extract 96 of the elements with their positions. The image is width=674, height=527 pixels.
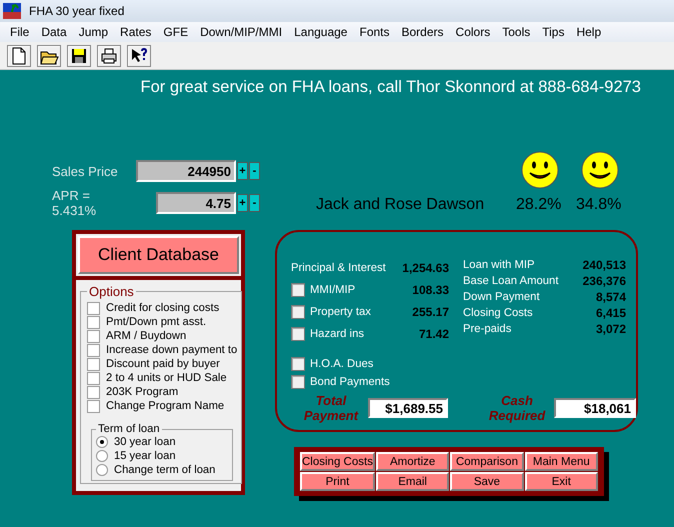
menu-item[interactable]: Fonts bbox=[353, 25, 396, 39]
checkbox[interactable] bbox=[291, 305, 305, 319]
checkbox-label: Increase down payment to bbox=[106, 344, 238, 356]
open-folder-icon[interactable] bbox=[37, 44, 61, 66]
menu-item[interactable]: Data bbox=[35, 25, 73, 39]
radio-label: 15 year loan bbox=[114, 450, 176, 462]
checkbox[interactable] bbox=[291, 327, 305, 341]
action-button[interactable]: Main Menu bbox=[524, 452, 598, 471]
loan-label: Closing Costs bbox=[463, 307, 533, 319]
checkbox-label: Change Program Name bbox=[106, 400, 224, 412]
client-database-button[interactable]: Client Database bbox=[78, 236, 239, 274]
checkbox[interactable] bbox=[87, 302, 100, 314]
action-button[interactable]: Exit bbox=[524, 472, 598, 491]
ratio-value: 28.2% bbox=[516, 196, 562, 214]
save-icon[interactable] bbox=[67, 44, 91, 66]
checkbox-label: 203K Program bbox=[106, 386, 178, 398]
radio-label: 30 year loan bbox=[114, 436, 176, 448]
menu-item[interactable]: Colors bbox=[450, 25, 496, 39]
menu-item[interactable]: File bbox=[4, 25, 36, 39]
smiley-icon bbox=[521, 151, 559, 189]
checkbox[interactable] bbox=[87, 316, 100, 328]
radio-button[interactable] bbox=[96, 436, 108, 448]
menu-item[interactable]: Rates bbox=[114, 25, 158, 39]
menu-item[interactable]: GFE bbox=[157, 25, 194, 39]
new-file-icon[interactable] bbox=[7, 44, 31, 66]
action-button[interactable]: Print bbox=[300, 472, 375, 491]
field-label: Sales Price bbox=[52, 164, 119, 178]
action-button[interactable]: Save bbox=[450, 472, 524, 491]
loan-value: 240,513 bbox=[582, 258, 626, 272]
checkbox[interactable] bbox=[291, 283, 305, 297]
options-legend: Options bbox=[87, 284, 136, 299]
checkbox[interactable] bbox=[87, 400, 100, 412]
checkbox[interactable] bbox=[291, 357, 305, 371]
spin-button[interactable]: + bbox=[237, 194, 248, 212]
window-title: FHA 30 year fixed bbox=[29, 4, 124, 18]
total-field[interactable]: $1,689.55 bbox=[368, 398, 448, 418]
ratio-value: 34.8% bbox=[576, 196, 622, 214]
total-label: Total Payment bbox=[302, 393, 360, 423]
radio-label: Change term of loan bbox=[114, 464, 216, 476]
loan-label: Base Loan Amount bbox=[463, 275, 558, 287]
checkbox-label: ARM / Buydown bbox=[106, 330, 186, 342]
spin-button[interactable]: + bbox=[237, 162, 248, 180]
loan-label: Pre-paids bbox=[463, 323, 512, 335]
checkbox[interactable] bbox=[291, 375, 305, 389]
client-name: Jack and Rose Dawson bbox=[316, 196, 486, 214]
menu-item[interactable]: Help bbox=[570, 25, 608, 39]
spin-button[interactable]: - bbox=[249, 194, 260, 212]
input-field[interactable]: 244950 bbox=[136, 160, 236, 182]
smiley-icon bbox=[581, 151, 619, 189]
payment-value: 108.33 bbox=[412, 283, 449, 297]
payment-label: MMI/MIP bbox=[310, 284, 356, 296]
checkbox-label: 2 to 4 units or HUD Sale bbox=[106, 372, 227, 384]
loan-value: 3,072 bbox=[596, 322, 626, 336]
app-icon bbox=[3, 3, 21, 19]
cash-field[interactable]: $18,061 bbox=[554, 398, 636, 418]
checkbox-label: Pmt/Down pmt asst. bbox=[106, 316, 206, 328]
checkbox-label: Credit for closing costs bbox=[106, 302, 220, 314]
checkbox[interactable] bbox=[87, 386, 100, 398]
loan-label: Down Payment bbox=[463, 291, 540, 303]
checkbox-label: Discount paid by buyer bbox=[106, 358, 220, 370]
payment-value: 71.42 bbox=[418, 327, 449, 341]
menu-item[interactable]: Tips bbox=[536, 25, 570, 39]
action-button[interactable]: Closing Costs bbox=[300, 452, 375, 471]
loan-value: 236,376 bbox=[582, 274, 626, 288]
term-legend: Term of loan bbox=[96, 423, 162, 435]
menu-item[interactable]: Language bbox=[288, 25, 354, 39]
menu-item[interactable]: Down/MIP/MMI bbox=[194, 25, 288, 39]
payment-value: 255.17 bbox=[412, 305, 449, 319]
checkbox[interactable] bbox=[87, 358, 100, 370]
help-pointer-icon[interactable] bbox=[127, 44, 151, 66]
action-button[interactable]: Amortize bbox=[376, 452, 450, 471]
field-label: APR = 5.431% bbox=[52, 188, 98, 218]
spin-button[interactable]: - bbox=[249, 162, 260, 180]
radio-button[interactable] bbox=[96, 464, 108, 476]
printer-icon[interactable] bbox=[97, 44, 121, 66]
action-button[interactable]: Email bbox=[376, 472, 450, 491]
radio-button[interactable] bbox=[96, 450, 108, 462]
payment-label: H.O.A. Dues bbox=[310, 358, 374, 370]
action-button[interactable]: Comparison bbox=[450, 452, 524, 471]
cash-label: Cash Required bbox=[488, 393, 546, 423]
checkbox[interactable] bbox=[87, 344, 100, 356]
loan-value: 8,574 bbox=[596, 290, 626, 304]
payment-label: Property tax bbox=[310, 306, 371, 318]
payment-value: 1,254.63 bbox=[402, 261, 449, 275]
payment-label: Principal & Interest bbox=[291, 262, 386, 274]
checkbox[interactable] bbox=[87, 372, 100, 384]
loan-value: 6,415 bbox=[596, 306, 626, 320]
checkbox[interactable] bbox=[87, 330, 100, 342]
input-field[interactable]: 4.75 bbox=[156, 192, 236, 214]
banner-text: For great service on FHA loans, call Thor Skonnord at 888-684-9273 bbox=[140, 77, 642, 98]
payment-label: Bond Payments bbox=[310, 376, 390, 388]
menu-item[interactable]: Tools bbox=[496, 25, 536, 39]
payment-label: Hazard ins bbox=[310, 328, 364, 340]
menu-item[interactable]: Borders bbox=[396, 25, 450, 39]
menu-item[interactable]: Jump bbox=[72, 25, 114, 39]
loan-label: Loan with MIP bbox=[463, 259, 535, 271]
